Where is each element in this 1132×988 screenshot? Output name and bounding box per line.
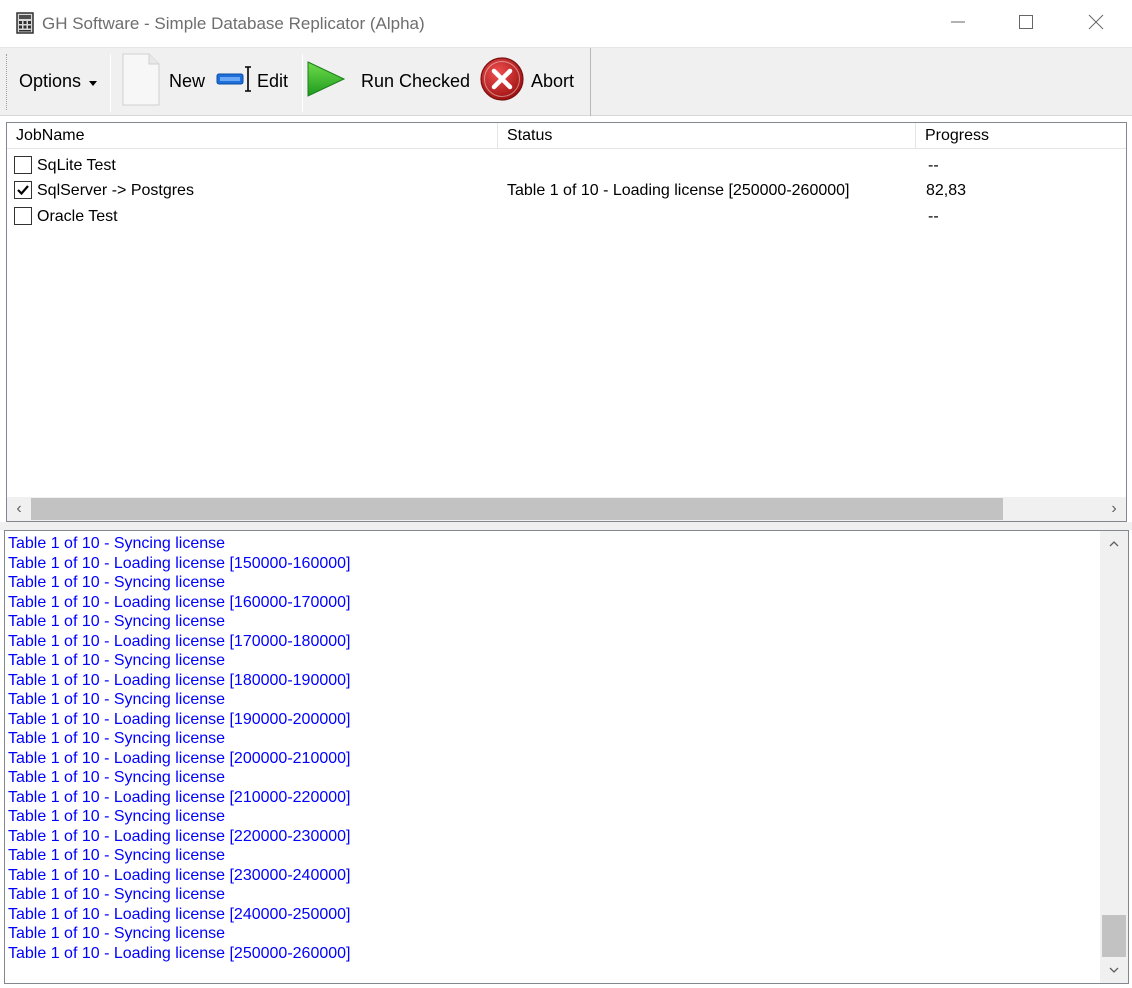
jobs-list-header: JobName Status Progress bbox=[7, 123, 1126, 149]
scrollbar-thumb[interactable] bbox=[1102, 915, 1126, 957]
job-status: Table 1 of 10 - Loading license [250000-… bbox=[507, 182, 850, 199]
maximize-button[interactable] bbox=[990, 0, 1062, 48]
checkmark-icon bbox=[17, 185, 29, 196]
chevron-down-icon bbox=[89, 71, 98, 92]
toolbar: Options New Edit Run Checked Abort bbox=[0, 48, 1132, 116]
abort-icon bbox=[479, 56, 525, 107]
abort-label: Abort bbox=[531, 70, 575, 91]
log-line: Table 1 of 10 - Loading license [230000-… bbox=[8, 866, 351, 884]
job-name: SqLite Test bbox=[37, 157, 116, 174]
job-name: Oracle Test bbox=[37, 208, 118, 225]
log-line: Table 1 of 10 - Loading license [160000-… bbox=[8, 593, 351, 611]
scroll-up-icon[interactable] bbox=[1100, 531, 1128, 557]
log-line: Table 1 of 10 - Loading license [180000-… bbox=[8, 671, 351, 689]
log-line: Table 1 of 10 - Loading license [210000-… bbox=[8, 788, 351, 806]
edit-field-icon bbox=[215, 64, 255, 99]
job-progress: 82,83 bbox=[926, 182, 967, 199]
jobs-horizontal-scrollbar[interactable]: ‹ › bbox=[7, 497, 1126, 521]
log-line: Table 1 of 10 - Syncing license bbox=[8, 574, 226, 591]
job-checkbox[interactable] bbox=[14, 181, 32, 199]
jobs-list[interactable]: JobName Status Progress SqLite Test -- S… bbox=[6, 122, 1127, 522]
column-header-progress[interactable]: Progress bbox=[916, 123, 1126, 149]
maximize-icon bbox=[1018, 14, 1034, 35]
play-icon bbox=[306, 59, 346, 104]
new-document-icon bbox=[121, 51, 161, 112]
job-checkbox[interactable] bbox=[14, 156, 32, 174]
log-line: Table 1 of 10 - Loading license [250000-… bbox=[8, 944, 351, 962]
toolbar-separator bbox=[302, 54, 303, 112]
scroll-right-icon[interactable]: › bbox=[1102, 497, 1126, 521]
job-name: SqlServer -> Postgres bbox=[37, 182, 194, 199]
scroll-left-icon[interactable]: ‹ bbox=[7, 497, 31, 521]
options-dropdown-button[interactable]: Options bbox=[19, 48, 98, 114]
abort-button[interactable]: Abort bbox=[479, 48, 574, 114]
log-line: Table 1 of 10 - Loading license [150000-… bbox=[8, 554, 351, 572]
log-line: Table 1 of 10 - Syncing license bbox=[8, 808, 226, 825]
log-line: Table 1 of 10 - Syncing license bbox=[8, 652, 226, 669]
close-button[interactable] bbox=[1060, 0, 1132, 48]
log-line: Table 1 of 10 - Syncing license bbox=[8, 847, 226, 864]
job-progress: -- bbox=[928, 208, 939, 225]
scrollbar-thumb[interactable] bbox=[31, 498, 1003, 520]
close-icon bbox=[1088, 14, 1104, 35]
log-line: Table 1 of 10 - Loading license [240000-… bbox=[8, 905, 351, 923]
run-checked-label: Run Checked bbox=[361, 70, 471, 91]
database-icon bbox=[14, 12, 36, 34]
job-progress: -- bbox=[928, 157, 939, 174]
job-row[interactable]: SqLite Test -- bbox=[7, 153, 1126, 178]
log-line: Table 1 of 10 - Syncing license bbox=[8, 925, 226, 942]
new-button[interactable]: New bbox=[121, 48, 205, 114]
log-line: Table 1 of 10 - Syncing license bbox=[8, 769, 226, 786]
window-title: GH Software - Simple Database Replicator… bbox=[42, 14, 425, 33]
new-label: New bbox=[169, 70, 206, 91]
column-header-status[interactable]: Status bbox=[498, 123, 916, 149]
log-line: Table 1 of 10 - Syncing license bbox=[8, 886, 226, 903]
log-output[interactable]: Table 1 of 10 - Syncing license Table 1 o… bbox=[4, 530, 1129, 984]
toolbar-separator bbox=[110, 54, 111, 112]
log-line: Table 1 of 10 - Loading license [190000-… bbox=[8, 710, 351, 728]
job-row[interactable]: Oracle Test -- bbox=[7, 204, 1126, 229]
log-line: Table 1 of 10 - Syncing license bbox=[8, 691, 226, 708]
log-line: Table 1 of 10 - Syncing license bbox=[8, 730, 226, 747]
toolbar-grip[interactable] bbox=[6, 54, 8, 110]
panel-splitter[interactable] bbox=[0, 522, 1132, 530]
run-checked-button[interactable]: Run Checked bbox=[306, 48, 470, 114]
log-line: Table 1 of 10 - Syncing license bbox=[8, 535, 226, 552]
toolbar-end-divider bbox=[590, 48, 591, 116]
minimize-button[interactable] bbox=[922, 0, 994, 48]
edit-label: Edit bbox=[257, 70, 289, 91]
log-line: Table 1 of 10 - Loading license [200000-… bbox=[8, 749, 351, 767]
title-bar: GH Software - Simple Database Replicator… bbox=[0, 0, 1132, 48]
job-checkbox[interactable] bbox=[14, 207, 32, 225]
log-vertical-scrollbar[interactable] bbox=[1100, 531, 1128, 983]
log-line: Table 1 of 10 - Loading license [220000-… bbox=[8, 827, 351, 845]
edit-button[interactable]: Edit bbox=[215, 48, 288, 114]
column-header-jobname[interactable]: JobName bbox=[7, 123, 498, 149]
log-line: Table 1 of 10 - Loading license [170000-… bbox=[8, 632, 351, 650]
options-label: Options bbox=[19, 70, 82, 91]
minimize-icon bbox=[950, 14, 966, 35]
scroll-down-icon[interactable] bbox=[1100, 957, 1128, 983]
log-line: Table 1 of 10 - Syncing license bbox=[8, 613, 226, 630]
job-row[interactable]: SqlServer -> Postgres Table 1 of 10 - Lo… bbox=[7, 178, 1126, 203]
log-lines: Table 1 of 10 - Syncing license Table 1 o… bbox=[8, 534, 350, 963]
